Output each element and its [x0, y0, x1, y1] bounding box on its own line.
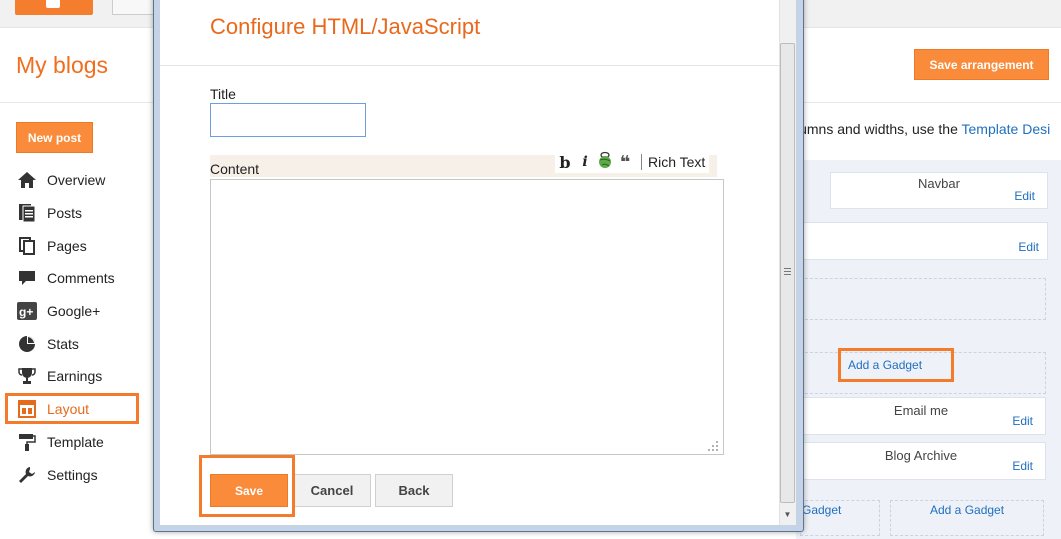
link-button[interactable]: [595, 151, 615, 174]
content-label: Content: [210, 161, 260, 177]
sidebar-item-earnings[interactable]: Earnings: [0, 360, 150, 393]
title-input[interactable]: [210, 103, 366, 137]
gadget-edit-link[interactable]: Edit: [1014, 189, 1035, 203]
gadget-edit-link[interactable]: Edit: [1018, 240, 1039, 254]
sidebar-item-label: Settings: [47, 466, 98, 483]
navbar-gadget: Navbar Edit: [830, 172, 1048, 209]
trophy-icon: [17, 367, 37, 385]
google-plus-icon: g+: [17, 302, 37, 321]
sidebar-item-layout[interactable]: Layout: [0, 392, 150, 426]
sidebar-nav: Overview Posts Pages Comments g+ Google+…: [0, 164, 150, 491]
gadget-edit-link[interactable]: Edit: [1012, 459, 1033, 473]
sidebar-item-label: Google+: [47, 303, 101, 320]
sidebar-item-label: Posts: [47, 205, 83, 222]
home-icon: [17, 171, 37, 189]
save-arrangement-button[interactable]: Save arrangement: [914, 49, 1049, 80]
page-title: My blogs: [16, 52, 109, 78]
sidebar-item-google-plus[interactable]: g+ Google+: [0, 295, 150, 328]
svg-text:g+: g+: [19, 305, 33, 319]
pages-icon: [17, 236, 37, 255]
layout-highlight-box: [5, 392, 139, 424]
dialog-divider: [160, 65, 779, 66]
bold-button[interactable]: b: [555, 152, 575, 172]
add-gadget-link[interactable]: Add a Gadget: [930, 503, 1004, 517]
sidebar-item-label: Pages: [47, 237, 87, 254]
resize-grip-icon[interactable]: [707, 440, 719, 452]
content-textarea[interactable]: [210, 179, 724, 455]
cancel-button[interactable]: Cancel: [293, 474, 371, 507]
gadget-drop-zone: [800, 278, 1046, 320]
globe-link-icon: [597, 151, 613, 174]
quote-button[interactable]: ❝: [615, 152, 635, 172]
sidebar-item-settings[interactable]: Settings: [0, 458, 150, 491]
edit-pencil-button[interactable]: [112, 0, 157, 15]
sidebar-item-label: Comments: [47, 270, 115, 287]
formatting-toolbar: b i ❝ Rich Text: [555, 151, 710, 174]
posts-icon: [17, 204, 37, 223]
header-gadget: Edit: [796, 222, 1048, 260]
sidebar-item-label: Earnings: [47, 368, 103, 385]
sidebar-item-pages[interactable]: Pages: [0, 229, 150, 262]
wrench-icon: [17, 466, 37, 484]
title-label: Title: [210, 86, 236, 102]
blogger-logo-icon: [46, 0, 60, 8]
gadget-name: Blog Archive: [884, 448, 958, 463]
blog-archive-gadget: Blog Archive Edit: [796, 442, 1046, 480]
back-button[interactable]: Back: [375, 474, 453, 507]
blogger-logo-button[interactable]: [15, 0, 93, 15]
gadget-name: Email me: [893, 403, 949, 418]
gadget-edit-link[interactable]: Edit: [1012, 414, 1033, 428]
layout-hint: lumns and widths, use the Template Desi: [796, 121, 1050, 137]
layout-hint-text: lumns and widths, use the: [796, 121, 962, 137]
rich-text-toggle[interactable]: Rich Text: [648, 154, 709, 170]
paint-roller-icon: [17, 433, 37, 451]
sidebar-item-posts[interactable]: Posts: [0, 197, 150, 230]
sidebar-item-stats[interactable]: Stats: [0, 327, 150, 360]
sidebar-item-comments[interactable]: Comments: [0, 262, 150, 295]
sidebar-item-template[interactable]: Template: [0, 426, 150, 459]
add-gadget-highlight-box: [838, 348, 954, 382]
sidebar-item-label: Overview: [47, 172, 106, 189]
save-highlight-box: [199, 455, 295, 517]
add-gadget-link[interactable]: Gadget: [802, 503, 841, 517]
template-designer-link[interactable]: Template Desi: [962, 121, 1051, 137]
dialog-title: Configure HTML/JavaScript: [210, 14, 481, 39]
comments-icon: [17, 269, 37, 287]
scroll-down-arrow-icon[interactable]: ▼: [780, 506, 795, 523]
new-post-button[interactable]: New post: [16, 122, 93, 153]
scrollbar-grip-icon: [784, 268, 791, 275]
stats-icon: [17, 335, 37, 353]
sidebar-item-overview[interactable]: Overview: [0, 164, 150, 197]
toolbar-separator: [641, 154, 642, 170]
italic-button[interactable]: i: [575, 152, 595, 172]
sidebar-item-label: Template: [47, 433, 104, 450]
sidebar-item-label: Stats: [47, 335, 79, 352]
email-me-gadget: Email me Edit: [796, 397, 1046, 435]
